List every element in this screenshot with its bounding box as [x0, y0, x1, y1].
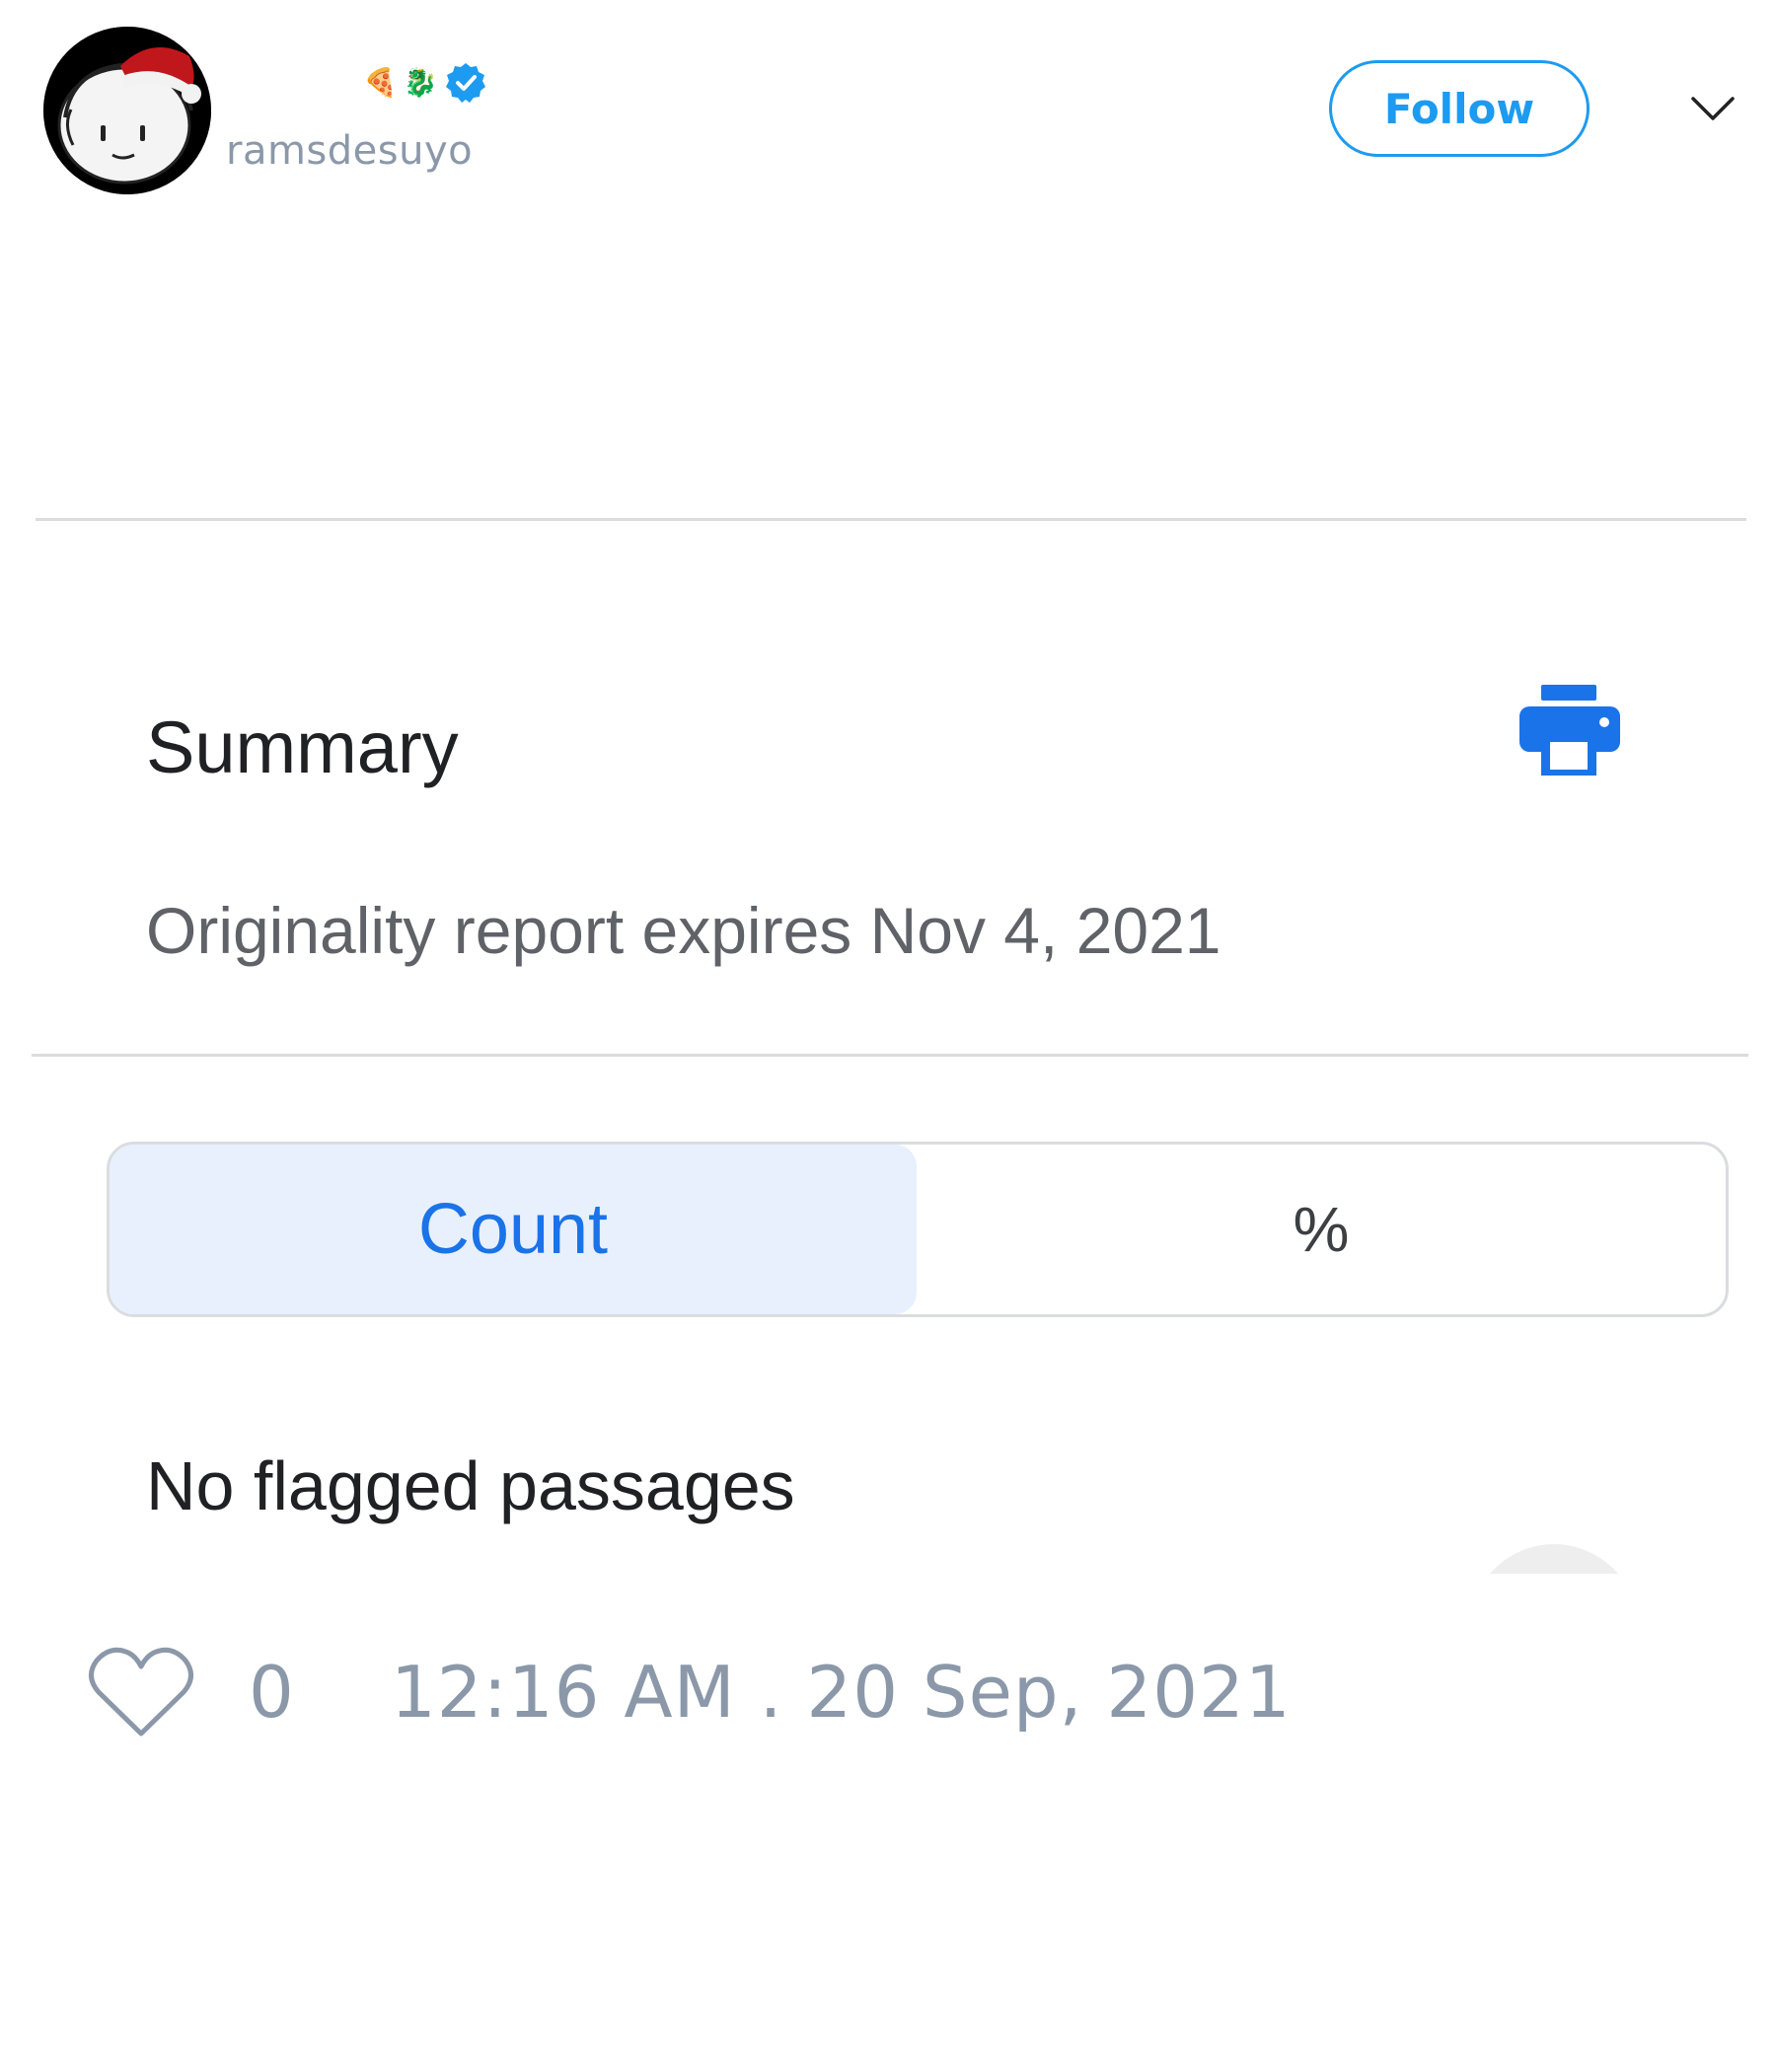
heart-icon[interactable]: [87, 1643, 195, 1741]
author-name-emojis: 🍕 🐉: [363, 63, 487, 103]
print-icon: [1519, 685, 1620, 776]
no-flagged-passages-text: No flagged passages: [146, 1447, 795, 1524]
middle-divider: [32, 1054, 1748, 1057]
top-divider: [36, 518, 1746, 521]
embedded-screenshot[interactable]: Summary Originality report expires Nov 4…: [0, 513, 1776, 1574]
dragon-emoji: 🐉: [403, 66, 438, 99]
avatar-image: [43, 27, 211, 194]
count-percent-toggle: Count %: [107, 1142, 1729, 1317]
expiry-text: Originality report expires Nov 4, 2021: [146, 894, 1221, 967]
like-count: 0: [249, 1651, 294, 1734]
tweet-timestamp[interactable]: 12:16 AM . 20 Sep, 2021: [391, 1651, 1292, 1734]
partial-avatar-circle: [1470, 1544, 1638, 1574]
toggle-percent: %: [1293, 1194, 1350, 1265]
avatar[interactable]: [43, 27, 211, 194]
pizza-emoji: 🍕: [363, 66, 398, 99]
verified-badge-icon: [445, 63, 485, 103]
toggle-count: Count: [110, 1145, 917, 1314]
summary-title: Summary: [146, 706, 459, 788]
chevron-down-icon[interactable]: [1689, 91, 1737, 126]
author-handle[interactable]: ramsdesuyo: [226, 128, 473, 174]
follow-button[interactable]: Follow: [1329, 60, 1590, 157]
